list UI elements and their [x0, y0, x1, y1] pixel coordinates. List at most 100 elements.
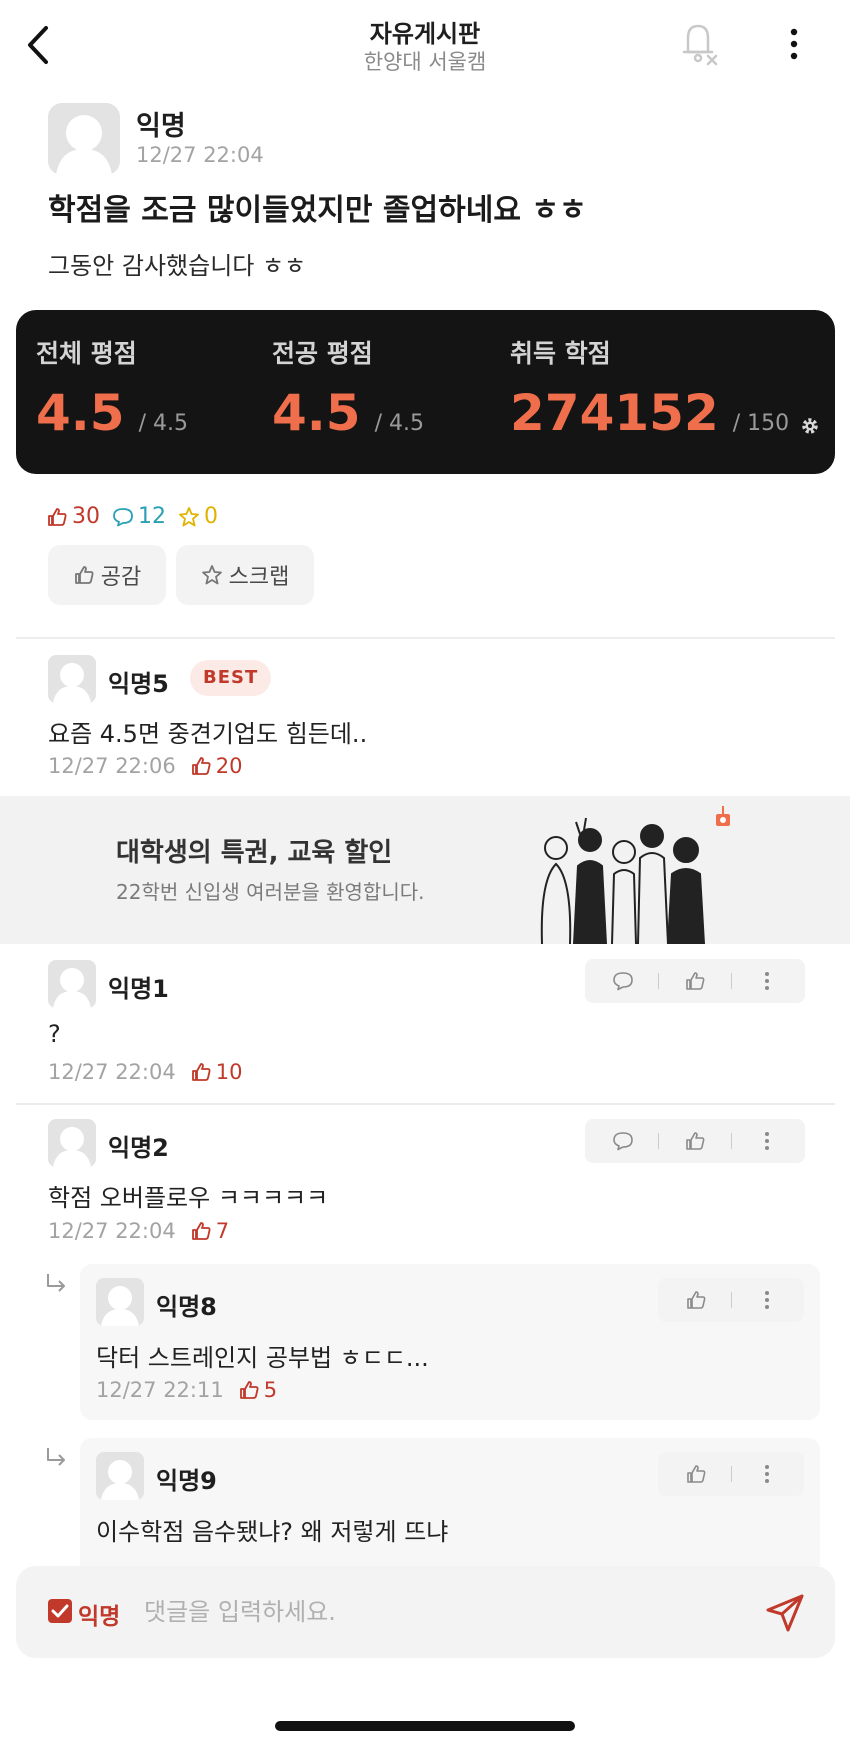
more-options-button[interactable] [784, 24, 804, 64]
bell-off-icon [682, 24, 718, 66]
thumbs-up-icon [686, 1465, 705, 1483]
comment-timestamp: 12/27 22:04 [48, 1060, 176, 1084]
board-subtitle: 한양대 서울캠 [363, 50, 487, 74]
comment-input-bar: 익명 [16, 1566, 835, 1658]
thumbs-up-icon [74, 566, 94, 584]
ad-subtitle: 22학번 신입생 여러분을 환영합니다. [116, 880, 425, 904]
comment-meta: 12/27 22:04 7 [48, 1219, 229, 1243]
reply-arrow-icon [44, 1446, 70, 1476]
reply-like-value: 5 [263, 1378, 278, 1402]
send-button[interactable] [764, 1592, 806, 1634]
vertical-dots-icon [765, 972, 770, 990]
separator [730, 1133, 732, 1149]
comment-actions [585, 959, 805, 1003]
like-count-value: 30 [72, 504, 100, 529]
vertical-dots-icon [764, 1291, 769, 1309]
comment-input[interactable] [144, 1590, 744, 1634]
post-body: 그동안 감사했습니다 ㅎㅎ [48, 252, 307, 280]
heart-icon [716, 806, 730, 826]
separator [658, 973, 660, 989]
reply-text: 이수학점 음수됐냐? 왜 저렇게 뜨냐 [96, 1518, 449, 1546]
grade-major-label: 전공 평점 [272, 339, 373, 368]
thumbs-up-icon [191, 757, 211, 775]
comment-like-count: 7 [190, 1219, 229, 1243]
grade-credits: 취득 학점 274152 / 150 [510, 334, 820, 442]
reply-avatar [96, 1452, 144, 1500]
reply-text: 닥터 스트레인지 공부법 ㅎㄷㄷ... [96, 1344, 429, 1372]
separator [658, 1133, 660, 1149]
comment-actions [585, 1119, 805, 1163]
scrap-count-value: 0 [204, 504, 218, 529]
thumbs-up-icon [686, 1132, 705, 1150]
comment-like-count: 10 [190, 1060, 243, 1084]
post-stats: 30 12 0 [46, 504, 230, 529]
scrap-count: 0 [178, 504, 218, 529]
reply-like-button[interactable] [676, 1454, 716, 1494]
divider [16, 1103, 835, 1105]
comment-avatar [48, 960, 96, 1008]
ad-banner[interactable]: 대학생의 특권, 교육 할인 22학번 신입생 여러분을 환영합니다. [0, 796, 850, 944]
comment-like-button[interactable] [675, 1121, 715, 1161]
vertical-dots-icon [790, 28, 798, 60]
reply-more-button[interactable] [747, 1280, 787, 1320]
comment-more-button[interactable] [747, 961, 787, 1001]
thumbs-up-icon [191, 1222, 211, 1240]
ad-title: 대학생의 특권, 교육 할인 [116, 838, 393, 868]
reply-avatar [96, 1278, 144, 1326]
notification-toggle-button[interactable] [678, 20, 720, 66]
best-badge: BEST [190, 660, 272, 696]
reply-more-button[interactable] [747, 1454, 787, 1494]
reply-author: 익명8 [156, 1293, 217, 1321]
like-button-label: 공감 [100, 565, 142, 590]
separator [730, 1466, 732, 1482]
post-author-name: 익명 [136, 111, 186, 142]
comment-like-count: 20 [190, 754, 243, 778]
grade-summary-card: 전체 평점 4.5 / 4.5 전공 평점 4.5 / 4.5 취득 학점 2741… [16, 310, 835, 474]
post-title: 학점을 조금 많이들었지만 졸업하네요 ㅎㅎ [48, 193, 587, 228]
reply-button[interactable] [603, 961, 643, 1001]
comment-author: 익명1 [108, 975, 169, 1003]
reply-like-button[interactable] [676, 1280, 716, 1320]
comment-text: ? [48, 1020, 61, 1048]
reply-meta: 12/27 22:11 5 [96, 1378, 277, 1402]
comment-count: 12 [112, 504, 166, 529]
anonymous-avatar-icon [53, 968, 91, 1008]
send-icon [766, 1594, 804, 1632]
grade-overall-value: 4.5 [36, 384, 125, 442]
like-button[interactable]: 공감 [48, 545, 166, 605]
comment-like-value: 10 [215, 1060, 243, 1084]
reply-timestamp: 12/27 22:11 [96, 1378, 224, 1402]
comment-avatar [48, 655, 96, 703]
comment-more-button[interactable] [747, 1121, 787, 1161]
anonymous-checkbox[interactable] [48, 1599, 72, 1623]
vertical-dots-icon [765, 1132, 770, 1150]
reply-actions [658, 1452, 804, 1496]
reply-button[interactable] [603, 1121, 643, 1161]
thumbs-up-icon [686, 972, 705, 990]
thumbs-up-icon [239, 1381, 259, 1399]
grade-credits-max: / 150 [732, 411, 790, 436]
grade-credits-value: 274152 [510, 384, 719, 442]
thumbs-up-icon [686, 1291, 705, 1309]
divider [16, 637, 835, 639]
reply-card: 익명8 닥터 스트레인지 공부법 ㅎㄷㄷ... 12/27 22:11 5 [80, 1264, 820, 1420]
separator [730, 1292, 732, 1308]
reply-actions [658, 1278, 804, 1322]
like-count: 30 [46, 504, 100, 529]
comment-like-button[interactable] [675, 961, 715, 1001]
board-title: 자유게시판 [369, 20, 481, 48]
comment-count-value: 12 [138, 504, 166, 529]
comment-like-value: 20 [215, 754, 243, 778]
grade-overall-max: / 4.5 [138, 411, 188, 436]
comment-author: 익명2 [108, 1134, 169, 1162]
home-indicator[interactable] [275, 1721, 575, 1731]
grade-overall-label: 전체 평점 [36, 339, 137, 368]
comment-text: 요즘 4.5면 중견기업도 힘든데.. [48, 720, 368, 748]
anonymous-avatar-icon [101, 1460, 139, 1500]
comment-timestamp: 12/27 22:06 [48, 754, 176, 778]
students-illustration [540, 806, 730, 944]
scrap-button[interactable]: 스크랩 [176, 545, 314, 605]
star-icon [201, 565, 222, 585]
thumbs-up-icon [191, 1063, 211, 1081]
anonymous-avatar-icon [53, 1127, 91, 1167]
